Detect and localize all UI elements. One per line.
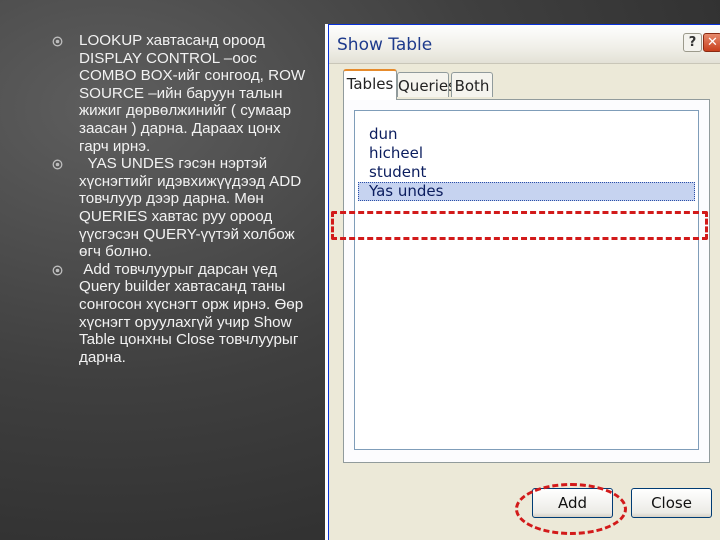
table-listbox[interactable]: dun hicheel student Yas undes [354,110,699,450]
bullet-item: Add товчлуурыг дарсан үед Query builder … [52,261,314,367]
bullet-text: LOOKUP хавтасанд ороод DISPLAY CONTROL –… [79,32,310,155]
dialog-title: Show Table [337,35,433,55]
tables-tab-panel: dun hicheel student Yas undes [343,99,710,463]
close-button[interactable]: Close [631,488,712,518]
tab-both[interactable]: Both [451,72,493,97]
slide-bullet-list: LOOKUP хавтасанд ороод DISPLAY CONTROL –… [52,32,314,366]
circle-bullet-icon [52,159,63,170]
bullet-text: YAS UNDES гэсэн нэртэй хүснэгтийг идэвхи… [79,155,306,261]
dialog-titlebar[interactable]: Show Table ? ✕ [329,25,720,64]
list-item-yas-undes[interactable]: Yas undes [358,182,695,201]
list-item-hicheel[interactable]: hicheel [355,144,698,163]
bullet-text: Add товчлуурыг дарсан үед Query builder … [79,260,308,366]
list-item-student[interactable]: student [355,163,698,182]
list-item-dun[interactable]: dun [355,125,698,144]
circle-bullet-icon [52,265,63,276]
bullet-item: LOOKUP хавтасанд ороод DISPLAY CONTROL –… [52,32,314,155]
tab-tables[interactable]: Tables [343,69,397,100]
close-window-button[interactable]: ✕ [703,33,720,52]
circle-bullet-icon [52,36,63,47]
bullet-item: YAS UNDES гэсэн нэртэй хүснэгтийг идэвхи… [52,155,314,261]
show-table-dialog: Show Table ? ✕ Tables Queries Both dun h… [328,24,720,540]
tab-queries[interactable]: Queries [397,72,456,97]
help-button[interactable]: ? [683,33,702,52]
dialog-screenshot: Show Table ? ✕ Tables Queries Both dun h… [325,24,720,540]
annotation-highlight-oval [515,483,627,535]
annotation-highlight-rect [331,211,708,240]
